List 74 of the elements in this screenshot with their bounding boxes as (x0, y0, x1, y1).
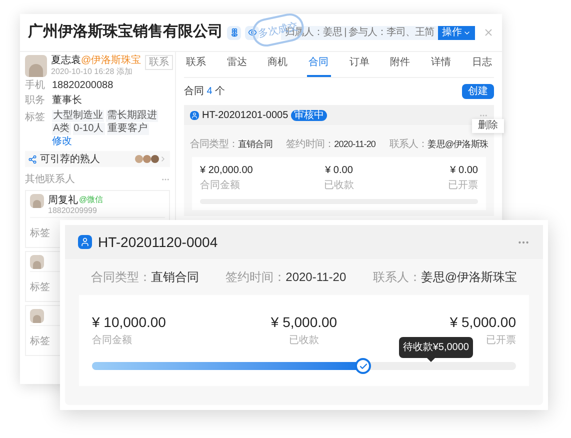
share-icon (28, 154, 37, 164)
amount-value: ¥ 5,000.00 (450, 313, 516, 332)
amount-value: ¥ 0.00 (450, 164, 478, 178)
flower-icon (227, 26, 241, 40)
tab[interactable]: 联系 (184, 55, 208, 77)
field-label: 标签 (25, 110, 46, 125)
amount-value: ¥ 20,000.00 (200, 164, 253, 178)
tab[interactable]: 日志 (470, 55, 494, 77)
field-value: 18820200088 (52, 80, 114, 92)
field-value: 2020-11-20 (286, 269, 346, 286)
field-value: 直销合同 (238, 138, 272, 151)
avatar-placeholder (30, 194, 44, 208)
tab[interactable]: 附件 (388, 55, 412, 77)
contract-code: HT-20201201-0005 (202, 108, 288, 122)
amount-label: 已开票 (448, 179, 478, 193)
field-label: 合同类型： (190, 138, 238, 152)
field-label: 联系人： (389, 138, 428, 152)
tab[interactable]: 详情 (429, 55, 454, 77)
field-label: 合同类型： (91, 269, 151, 286)
tag: A类 (52, 123, 71, 135)
tab[interactable]: 合同 (306, 55, 331, 77)
amount-label: 合同金额 (92, 334, 132, 348)
amount-label: 已收款 (324, 179, 354, 193)
field-label: 签约时间： (286, 138, 334, 152)
wechat-source: @微信 (79, 194, 104, 206)
edit-link[interactable]: 修改 (52, 136, 72, 148)
field-value: 2020-11-20 (334, 138, 376, 151)
amount-label: 已收款 (288, 334, 319, 348)
tag: 需长期跟进 (106, 110, 158, 122)
tag: 0-10人 (72, 123, 105, 135)
contact-name: 夏志袁 (51, 55, 81, 67)
chevron-right-icon (159, 155, 167, 163)
field-label: 联系人： (372, 269, 421, 286)
tab[interactable]: 订单 (347, 55, 372, 77)
field-label: 签约时间： (226, 269, 286, 286)
amount-value: ¥ 10,000.00 (92, 313, 166, 332)
field-value: 直销合同 (151, 269, 199, 286)
amount-value: ¥ 5,000.00 (270, 313, 338, 332)
field-value: 姜思@伊洛斯珠 (428, 138, 488, 151)
field-label: 标签 (30, 228, 50, 239)
create-button[interactable]: 创建 (462, 84, 494, 99)
company-name: @伊洛斯珠宝 (81, 55, 142, 67)
section-title: 合同 4 个 (184, 85, 226, 99)
amount-label: 已开票 (486, 334, 516, 348)
check-icon[interactable] (355, 358, 372, 374)
status-badge: 审核中 (291, 110, 328, 120)
field-value: 董事长 (52, 95, 82, 107)
field-label: 标签 (30, 282, 50, 293)
tag: 大型制造业 (52, 110, 104, 122)
avatar-placeholder (30, 309, 44, 323)
tag: 重要客户 (106, 123, 149, 135)
contact-name: 周复礼 (48, 194, 78, 206)
avatar-placeholder (25, 55, 47, 77)
close-icon[interactable] (483, 27, 494, 38)
contract-icon (190, 110, 199, 120)
referral-label: 可引荐的熟人 (40, 152, 100, 166)
amount-label: 合同金额 (200, 178, 240, 193)
window-title: 广州伊洛斯珠宝销售有限公司 (28, 22, 223, 42)
contract-icon (78, 235, 92, 249)
action-button[interactable]: 操作 (438, 26, 475, 40)
tab[interactable]: 雷达 (224, 55, 249, 77)
field-label: 职务 (25, 95, 46, 107)
eye-icon (245, 26, 259, 40)
section-title: 其他联系人 (25, 172, 75, 187)
avatar-placeholder (30, 255, 44, 269)
field-label: 标签 (30, 336, 50, 347)
delete-menu-item[interactable]: 删除 (478, 120, 498, 132)
amount-value: ¥ 0.00 (325, 164, 353, 178)
referral-bar[interactable]: 可引荐的熟人 (25, 151, 170, 167)
field-label: 手机 (25, 80, 46, 92)
added-time: 2020-10-10 16:28 添加 (51, 67, 134, 77)
phone-number: 18820209999 (48, 206, 98, 215)
field-value: 姜思@伊洛斯珠宝 (420, 269, 517, 286)
tab[interactable]: 商机 (266, 55, 290, 77)
